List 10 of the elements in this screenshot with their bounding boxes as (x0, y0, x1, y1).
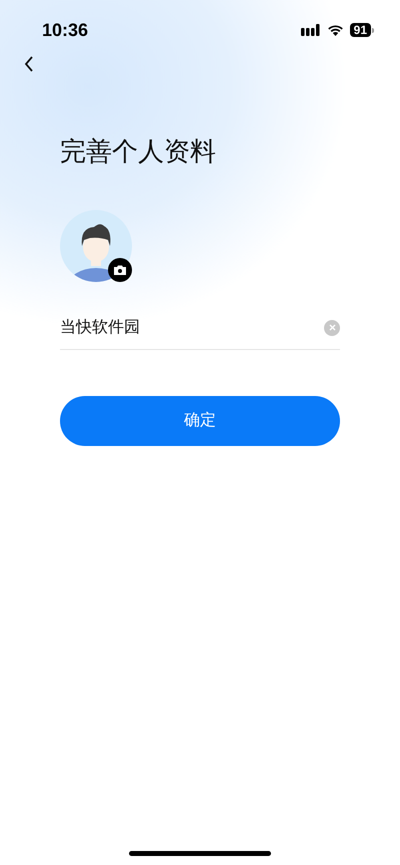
name-field[interactable]: 当快软件园 (60, 316, 316, 340)
status-time: 10:36 (42, 18, 88, 42)
page-title: 完善个人资料 (60, 135, 217, 168)
camera-button[interactable] (108, 258, 132, 282)
battery-indicator: 91 (350, 23, 374, 37)
signal-icon (300, 24, 321, 36)
confirm-button[interactable]: 确定 (60, 396, 340, 446)
camera-icon (114, 265, 126, 275)
close-icon (328, 324, 336, 331)
wifi-icon (326, 24, 344, 36)
